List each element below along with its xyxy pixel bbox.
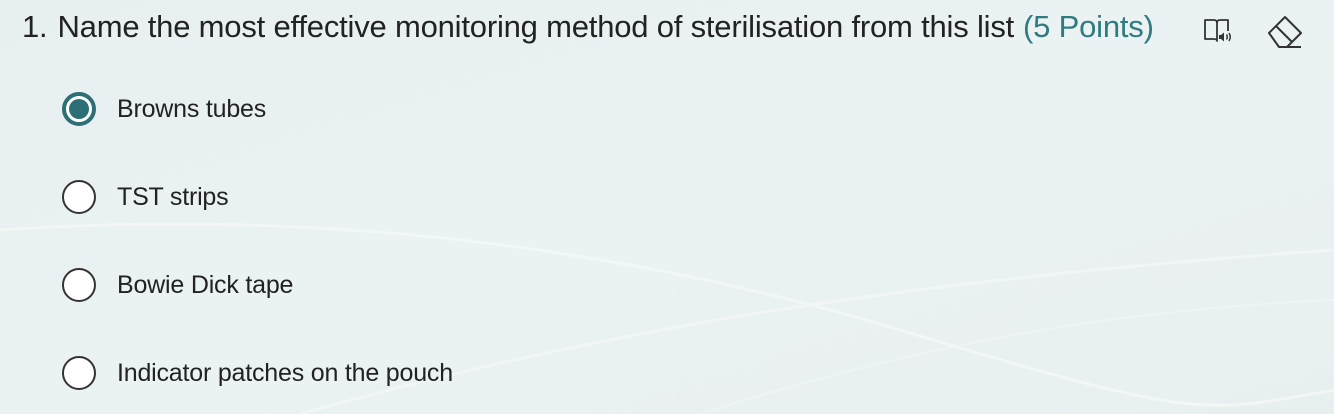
question-card: 1. Name the most effective monitoring me… bbox=[0, 0, 1334, 414]
radio-button[interactable] bbox=[62, 356, 96, 390]
option-label[interactable]: Bowie Dick tape bbox=[117, 271, 293, 300]
radio-dot bbox=[69, 99, 89, 119]
clear-answer-button[interactable] bbox=[1265, 11, 1305, 51]
question-number: 1. bbox=[22, 9, 48, 44]
option-tst-strips[interactable]: TST strips bbox=[62, 180, 229, 214]
radio-button[interactable] bbox=[62, 268, 96, 302]
immersive-reader-button[interactable] bbox=[1198, 11, 1238, 51]
question-header: 1. Name the most effective monitoring me… bbox=[22, 9, 1154, 45]
question-points: (5 Points) bbox=[1023, 9, 1154, 44]
radio-button[interactable] bbox=[62, 180, 96, 214]
radio-button-selected[interactable] bbox=[62, 92, 96, 126]
immersive-reader-icon bbox=[1204, 19, 1231, 42]
eraser-icon bbox=[1268, 16, 1302, 48]
option-bowie-dick-tape[interactable]: Bowie Dick tape bbox=[62, 268, 293, 302]
option-label[interactable]: TST strips bbox=[117, 183, 229, 212]
option-label[interactable]: Indicator patches on the pouch bbox=[117, 359, 453, 388]
option-label[interactable]: Browns tubes bbox=[117, 95, 266, 124]
question-text: Name the most effective monitoring metho… bbox=[57, 9, 1015, 44]
option-browns-tubes[interactable]: Browns tubes bbox=[62, 92, 266, 126]
option-indicator-patches[interactable]: Indicator patches on the pouch bbox=[62, 356, 453, 390]
